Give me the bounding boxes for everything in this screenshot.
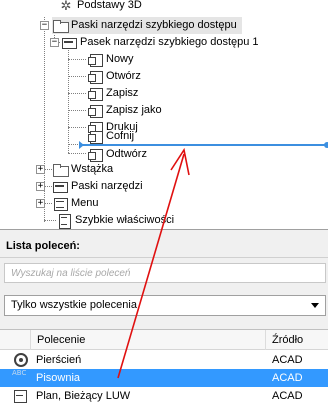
tree-connector (68, 93, 86, 94)
expand-toggle[interactable]: + (36, 182, 45, 191)
tree-item-menu[interactable]: Menu (52, 195, 102, 212)
tree-connector (68, 45, 69, 153)
panel-splitter[interactable] (0, 231, 328, 238)
command-name: Pierścień (36, 354, 82, 366)
tree-connector (68, 59, 86, 60)
donut-icon (14, 353, 28, 367)
tree-item-wstazka[interactable]: Wstążka (52, 161, 116, 178)
tree-item-zapisz[interactable]: Zapisz (87, 85, 141, 102)
tree-connector (68, 110, 86, 111)
drop-insertion-indicator (79, 141, 328, 149)
command-source: ACAD (272, 390, 303, 402)
toolbar-icon (52, 179, 68, 194)
command-list-title: Lista poleceń: (0, 238, 328, 258)
tree-item-label: Wstążka (71, 163, 114, 175)
tree-connector (44, 203, 52, 204)
expand-toggle[interactable]: + (36, 199, 45, 208)
column-header-command[interactable]: Polecenie (30, 330, 266, 350)
command-name: Plan, Bieżący LUW (36, 390, 131, 402)
ucs-plan-icon (12, 389, 28, 403)
tree-item-label: Zapisz jako (106, 104, 162, 116)
table-row[interactable]: Plan, Bieżący LUW ACAD (0, 387, 328, 405)
tree-item-label: Pasek narzędzi szybkiego dostępu 1 (80, 36, 259, 48)
chevron-down-icon (311, 303, 319, 308)
collapse-toggle[interactable]: − (50, 38, 59, 47)
tree-connector (68, 153, 86, 154)
tree-item-label: Paski narzędzi szybkiego dostępu (71, 19, 237, 31)
command-icon (87, 69, 103, 84)
tree-item-nowy[interactable]: Nowy (87, 51, 137, 68)
menu-icon (52, 196, 68, 211)
folder-icon (52, 162, 69, 177)
tree-item-label: Odtwórz (106, 148, 147, 160)
tree-item-label: Otwórz (106, 70, 141, 82)
tree-item-label: Menu (71, 197, 99, 209)
tree-connector (44, 169, 52, 170)
command-source: ACAD (272, 354, 303, 366)
command-filter-value: Tylko wszystkie polecenia (11, 299, 137, 311)
command-filter-dropdown[interactable]: Tylko wszystkie polecenia (4, 295, 326, 316)
folder-icon (52, 18, 69, 33)
tree-item-podstawy-3d[interactable]: ✲ Podstawy 3D (58, 0, 145, 14)
tree-connector (68, 76, 86, 77)
tree-item-paski-narzedzi[interactable]: Paski narzędzi (52, 178, 146, 195)
properties-icon (56, 213, 72, 229)
tree-item-label: Nowy (106, 53, 134, 65)
spelling-icon: ABC (12, 369, 27, 377)
tree-item-szybkie-wlasciwosci[interactable]: Szybkie właściwości (56, 212, 177, 229)
tree-item-label: Cofnij (106, 130, 135, 142)
table-header: Polecenie Źródło (0, 330, 328, 350)
table-row[interactable]: ABC Pisownia ACAD (0, 369, 328, 387)
command-table: Polecenie Źródło Pierścień ACAD ABC Piso… (0, 329, 328, 405)
tree-item-otworz[interactable]: Otwórz (87, 68, 144, 85)
tree-item-label: Paski narzędzi (71, 180, 143, 192)
tree-item-label: Szybkie właściwości (75, 214, 175, 226)
customization-tree: ✲ Podstawy 3D − Paski narzędzi szybkiego… (0, 0, 328, 230)
command-icon (87, 52, 103, 67)
tree-connector (68, 127, 86, 128)
command-name: Pisownia (36, 372, 81, 384)
tree-item-quick-access-toolbar-1[interactable]: Pasek narzędzi szybkiego dostępu 1 (61, 34, 262, 51)
command-icon (87, 129, 103, 144)
expand-toggle[interactable]: + (36, 165, 45, 174)
gear-icon: ✲ (60, 0, 72, 13)
tree-connector (44, 186, 52, 187)
tree-connector (44, 220, 56, 221)
command-icon (87, 147, 103, 162)
table-row[interactable]: Pierścień ACAD (0, 351, 328, 369)
command-source: ACAD (272, 372, 303, 384)
tree-item-label: Zapisz (106, 87, 139, 99)
tree-item-label: Podstawy 3D (77, 0, 142, 11)
tree-item-cofnij[interactable]: Cofnij (87, 128, 137, 145)
column-header-source[interactable]: Źródło (266, 330, 328, 350)
tree-item-zapisz-jako[interactable]: Zapisz jako (87, 102, 165, 119)
collapse-toggle[interactable]: − (40, 21, 49, 30)
command-icon (87, 86, 103, 101)
command-icon (87, 103, 103, 118)
tree-connector (44, 17, 45, 222)
toolbar-icon (61, 35, 77, 50)
command-search-input[interactable] (4, 263, 326, 283)
tree-item-quick-access-toolbars[interactable]: Paski narzędzi szybkiego dostępu (52, 17, 242, 34)
